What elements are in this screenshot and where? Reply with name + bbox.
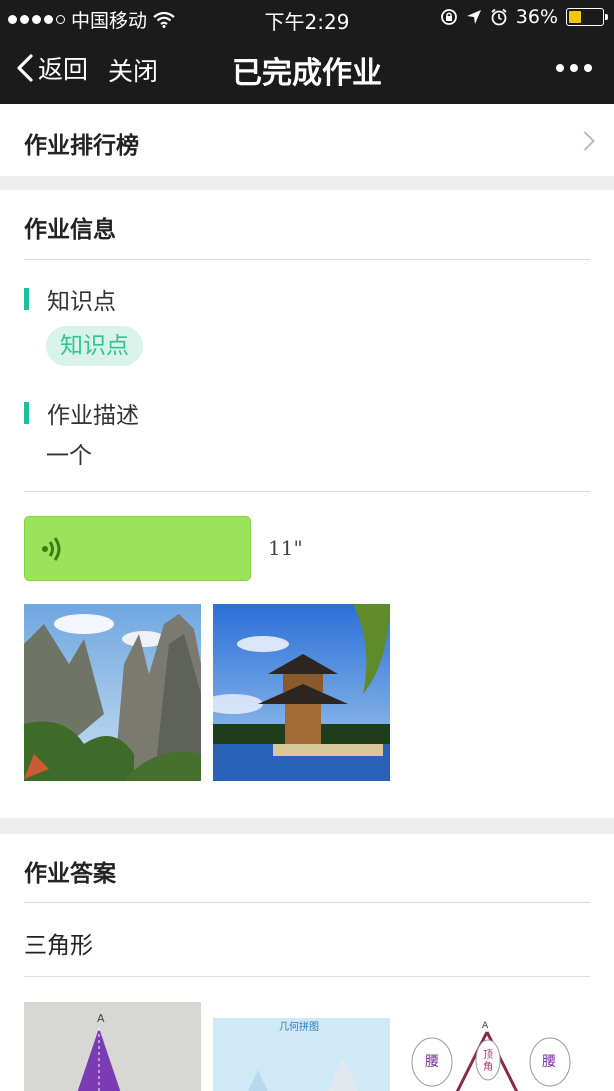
rotation-lock-icon	[440, 9, 457, 25]
divider	[24, 976, 590, 977]
puzzle-caption: 几何拼图	[279, 1020, 319, 1033]
homework-image-mountain[interactable]	[24, 604, 201, 781]
answer-text: 三角形	[24, 933, 93, 959]
more-options-button[interactable]	[556, 64, 592, 72]
top-bar: 中国移动 下午2:29 36% 返回 关闭 已完成作业	[0, 0, 614, 104]
page-title: 已完成作业	[232, 56, 382, 91]
knowledge-point-header: 知识点	[24, 282, 116, 316]
ranking-label: 作业排行榜	[24, 133, 139, 159]
voice-duration: 11"	[268, 536, 303, 560]
status-bar: 中国移动 下午2:29 36%	[0, 0, 614, 34]
homework-info-section: 作业信息 知识点 知识点 作业描述 一个 11"	[0, 190, 614, 818]
leg-label-right: 腰	[542, 1054, 556, 1070]
description-header: 作业描述	[24, 396, 139, 430]
voice-wave-icon	[42, 537, 61, 561]
battery-icon	[566, 8, 608, 26]
accent-bar	[24, 288, 29, 310]
knowledge-tag[interactable]: 知识点	[46, 326, 143, 366]
divider	[24, 902, 590, 903]
accent-bar	[24, 402, 29, 424]
answer-image-puzzle[interactable]: 几何拼图	[213, 1002, 390, 1091]
info-heading: 作业信息	[24, 217, 116, 243]
divider	[24, 259, 590, 260]
nav-bar: 返回 关闭 已完成作业	[0, 34, 614, 104]
location-arrow-icon	[466, 10, 481, 24]
answer-image-triangle[interactable]: A	[24, 1002, 201, 1091]
answer-heading: 作业答案	[24, 861, 116, 887]
voice-message-button[interactable]	[24, 516, 251, 581]
answer-image-isosceles[interactable]: A 腰 腰 顶角	[402, 1002, 579, 1091]
description-title: 作业描述	[47, 403, 139, 429]
divider	[24, 491, 590, 492]
battery-percent: 36%	[515, 6, 558, 28]
homework-image-pavilion[interactable]	[213, 604, 390, 781]
knowledge-point-title: 知识点	[47, 289, 116, 315]
description-text: 一个	[46, 443, 92, 469]
answer-section: 作业答案 三角形 A 几何拼图 A 腰 腰 顶角	[0, 834, 614, 1091]
alarm-icon	[491, 8, 507, 26]
more-dot-icon	[556, 64, 564, 72]
chevron-right-icon	[575, 131, 595, 151]
leg-label-left: 腰	[425, 1054, 439, 1070]
svg-text:A: A	[482, 1021, 489, 1031]
ranking-row[interactable]: 作业排行榜	[0, 104, 614, 176]
svg-text:A: A	[97, 1012, 105, 1025]
